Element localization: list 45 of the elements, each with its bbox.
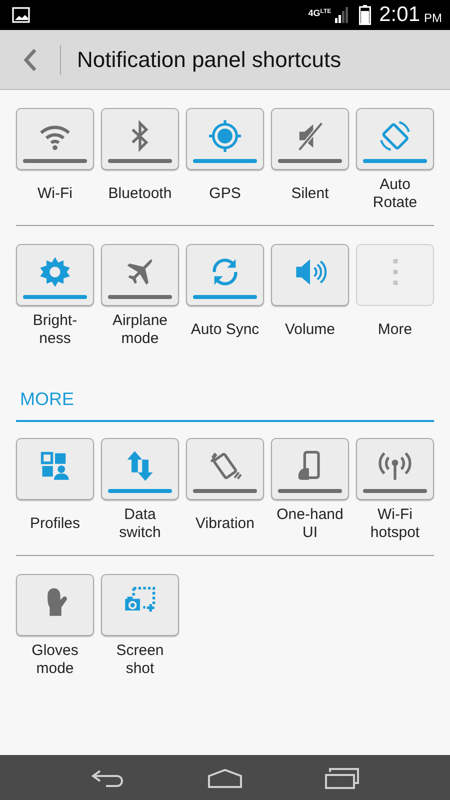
- shortcut-label: Wi-Fi hotspot: [370, 505, 420, 543]
- shortcut-label: Auto Rotate: [372, 175, 418, 213]
- am-pm-label: PM: [424, 11, 442, 25]
- clock: 2:01: [379, 3, 420, 27]
- shortcut-button[interactable]: [271, 108, 349, 170]
- shortcut-label: One-hand UI: [276, 505, 344, 543]
- shortcut-button[interactable]: [356, 108, 434, 170]
- shortcut-button[interactable]: [101, 108, 179, 170]
- shortcut-label: Auto Sync: [190, 320, 260, 340]
- page-title: Notification panel shortcuts: [77, 46, 342, 72]
- signal-icon: [335, 7, 350, 23]
- shortcut-button[interactable]: [186, 108, 264, 170]
- shortcut-button[interactable]: [16, 574, 94, 636]
- network-label: 4G: [308, 8, 320, 18]
- shortcut-label: Vibration: [196, 514, 254, 534]
- shortcut-button[interactable]: [271, 244, 349, 306]
- shortcut-button[interactable]: [271, 438, 349, 500]
- shortcut-button[interactable]: [356, 438, 434, 500]
- gallery-icon: [12, 7, 30, 23]
- shortcut-label: Screen shot: [116, 641, 164, 679]
- shortcut-label: Gloves mode: [32, 641, 78, 679]
- recents-icon[interactable]: [324, 766, 360, 788]
- shortcut-button[interactable]: [101, 244, 179, 306]
- home-icon[interactable]: [206, 768, 243, 788]
- shortcut-label: Profiles: [30, 514, 80, 534]
- shortcut-button[interactable]: [16, 108, 94, 170]
- shortcut-button[interactable]: [16, 244, 94, 306]
- shortcut-button[interactable]: [101, 438, 179, 500]
- shortcut-button[interactable]: [186, 438, 264, 500]
- shortcut-label: GPS: [209, 184, 241, 204]
- shortcut-label: Volume: [284, 320, 336, 340]
- shortcut-button[interactable]: [186, 244, 264, 306]
- shortcut-button[interactable]: [16, 438, 94, 500]
- shortcut-label: Bright- ness: [32, 311, 78, 349]
- network-sub-label: LTE: [320, 8, 332, 14]
- shortcut-label: Wi-Fi: [38, 184, 72, 204]
- back-icon[interactable]: [23, 48, 37, 72]
- shortcut-label: Silent: [291, 184, 329, 204]
- shortcut-label: Bluetooth: [108, 184, 172, 204]
- shortcut-label: More: [378, 320, 412, 340]
- section-heading: MORE: [16, 389, 434, 422]
- shortcut-button[interactable]: [101, 574, 179, 636]
- shortcut-label: Data switch: [119, 505, 161, 543]
- battery-icon: [359, 5, 372, 25]
- shortcut-label: Airplane mode: [112, 311, 168, 349]
